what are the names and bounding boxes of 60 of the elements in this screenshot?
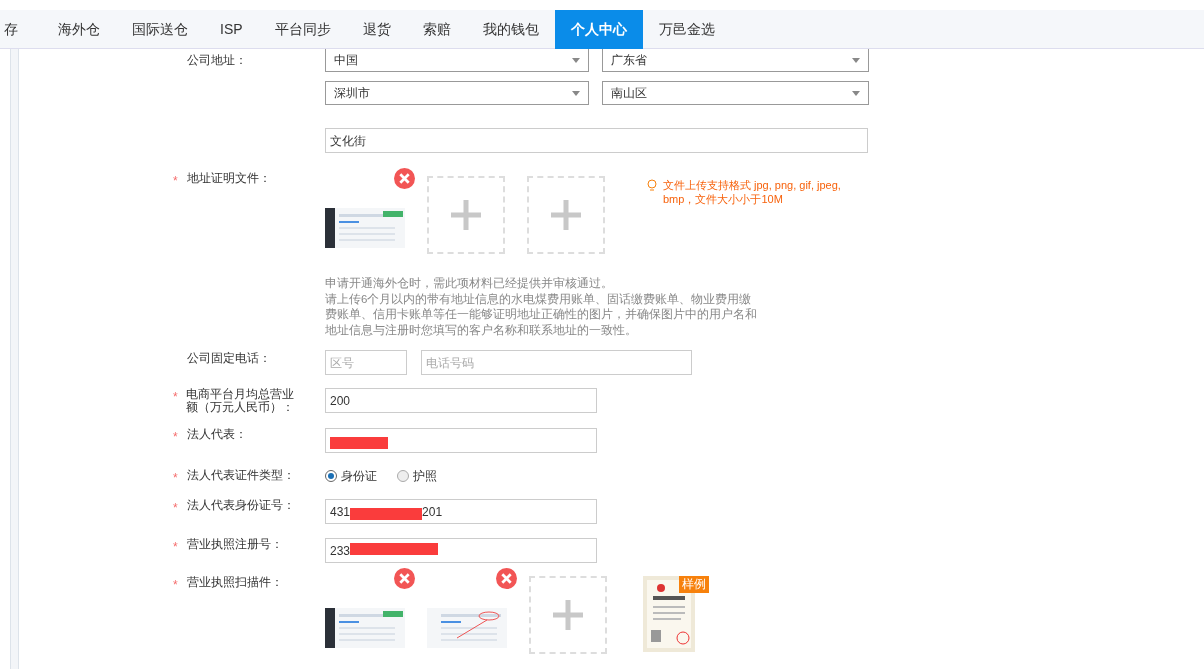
select-field[interactable]: 深圳市 (325, 81, 589, 105)
nav-tab[interactable]: 个人中心 (554, 10, 643, 49)
input-field[interactable]: 431 201 (325, 499, 597, 524)
plus-icon (553, 600, 583, 630)
required-mark: * (173, 577, 179, 594)
required-mark: * (173, 500, 179, 517)
field-label: 电商平台月均总营业额（万元人民币）： (185, 388, 295, 414)
lightbulb-icon (647, 179, 657, 192)
caret-icon (572, 90, 580, 96)
field-label: 法人代表： (187, 428, 248, 441)
select-field[interactable]: 南山区 (602, 81, 869, 105)
close-icon[interactable] (394, 168, 415, 189)
nav-tab[interactable]: 平台同步 (258, 10, 347, 49)
required-mark: * (173, 470, 179, 487)
required-mark: * (173, 539, 179, 556)
close-icon[interactable] (394, 568, 415, 589)
nav-tab[interactable]: 海外仓 (42, 10, 116, 49)
field-label: 公司地址： (187, 54, 248, 67)
required-mark: * (173, 389, 179, 406)
field-value: 233 (330, 542, 351, 560)
select-field[interactable]: 广东省 (602, 48, 869, 72)
nav-tab[interactable]: 退货 (346, 10, 407, 49)
field-label: 地址证明文件： (187, 172, 272, 185)
help-text: 请上传6个月以内的带有地址信息的水电煤费用账单、固话缴费账单、物业费用缴费账单、信用卡账单等任一能够证明地址正确性的图片，并确保图片中的用户名和地址信息与注册时您填写的客户名称和联系地址的一致性。 (325, 291, 758, 338)
caret-icon (852, 90, 860, 96)
field-label: 公司固定电话： (187, 352, 272, 365)
radio-label: 护照 (413, 468, 437, 485)
nav-tab[interactable]: 存 (0, 10, 42, 49)
field-value: 431 (330, 503, 351, 521)
input-field[interactable]: 233 (325, 538, 597, 563)
close-icon[interactable] (496, 568, 517, 589)
upload-hint: 文件上传支持格式 jpg, png, gif, jpeg, bmp，文件大小小于10M (663, 178, 842, 207)
select-field[interactable]: 中国 (325, 48, 589, 72)
caret-icon (572, 57, 580, 63)
input-field[interactable]: 200 (325, 388, 597, 413)
field-label: 营业执照扫描件： (187, 576, 284, 589)
nav-tab[interactable]: 我的钱包 (466, 10, 555, 49)
field-label: 法人代表证件类型： (187, 469, 296, 482)
field-value: 201 (422, 503, 443, 521)
input-field[interactable]: 电话号码 (421, 350, 692, 375)
input-field[interactable] (325, 428, 597, 453)
nav-tab[interactable]: ISP (204, 10, 259, 49)
radio-button[interactable] (397, 470, 409, 482)
nav-tab[interactable]: 万邑金选 (642, 10, 731, 49)
input-field[interactable]: 文化街 (325, 128, 868, 153)
radio-label: 身份证 (341, 468, 377, 485)
required-mark: * (173, 429, 179, 446)
redaction-bar (330, 436, 388, 449)
input-field[interactable]: 区号 (325, 350, 407, 375)
caret-icon (852, 57, 860, 63)
help-text: 申请开通海外仓时，需此项材料已经提供并审核通过。 (325, 276, 614, 291)
field-label: 营业执照注册号： (187, 538, 284, 551)
nav-tab[interactable]: 国际送仓 (116, 10, 204, 49)
plus-icon (551, 200, 581, 230)
plus-icon (451, 200, 481, 230)
nav-tab[interactable]: 索赔 (406, 10, 467, 49)
field-label: 法人代表身份证号： (187, 499, 296, 512)
radio-button[interactable] (325, 470, 337, 482)
sample-badge: 样例 (679, 576, 709, 593)
required-mark: * (173, 173, 179, 190)
